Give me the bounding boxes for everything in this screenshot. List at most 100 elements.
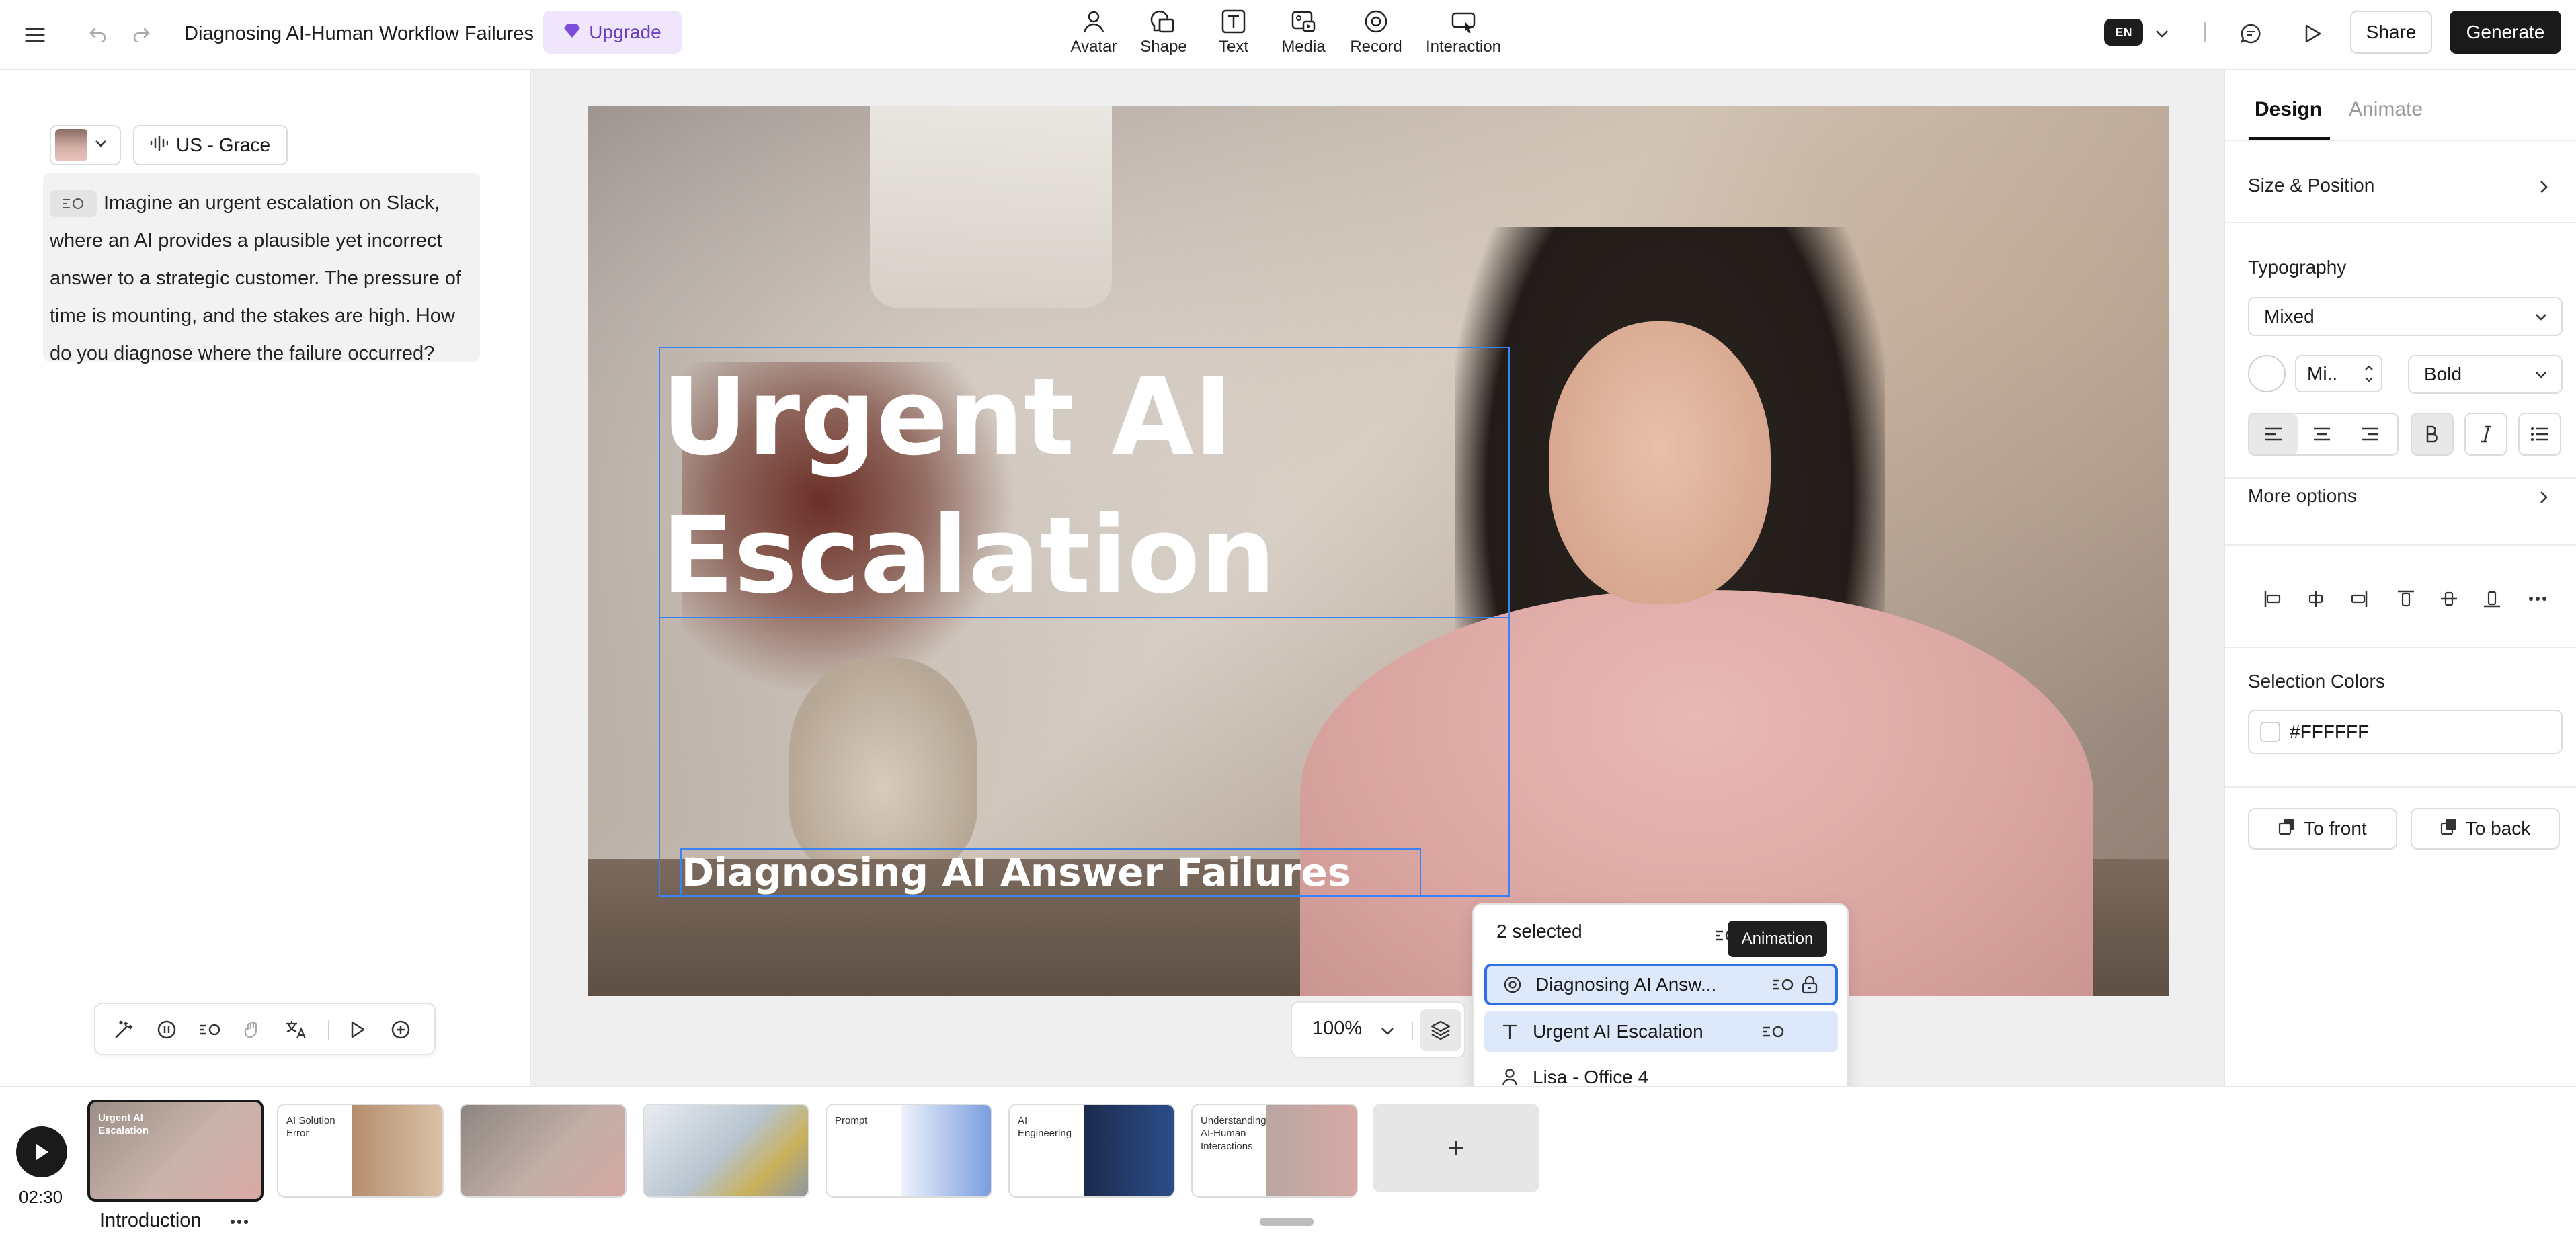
- redo-icon[interactable]: [128, 20, 155, 47]
- generate-button[interactable]: Generate: [2450, 11, 2561, 54]
- bold-icon[interactable]: [2411, 413, 2454, 456]
- undo-icon[interactable]: [85, 20, 112, 47]
- timeline-scroll-handle[interactable]: [1260, 1218, 1314, 1226]
- italic-icon[interactable]: [2464, 413, 2507, 456]
- headline-text[interactable]: Urgent AI Escalation: [659, 347, 1510, 618]
- stepper-icon[interactable]: [2364, 362, 2374, 390]
- more-horizontal-icon[interactable]: [2522, 583, 2553, 614]
- animation-icon[interactable]: [1760, 1018, 1787, 1045]
- send-back-icon: [2440, 818, 2458, 840]
- waveform-icon: [149, 134, 169, 156]
- align-h-center-icon[interactable]: [2300, 583, 2331, 614]
- text-color-picker[interactable]: [2248, 355, 2286, 392]
- chevron-down-icon[interactable]: [2148, 20, 2175, 47]
- scene-thumbnail[interactable]: Urgent AI Escalation: [87, 1100, 264, 1202]
- list-icon[interactable]: [2518, 413, 2561, 456]
- subtitle-text[interactable]: Diagnosing AI Answer Failures: [680, 848, 1421, 897]
- thumbnail-title: AI Solution Error: [286, 1115, 335, 1139]
- script-toolbar: [94, 1003, 436, 1055]
- chevron-right-icon[interactable]: [2532, 175, 2556, 199]
- align-right-edge-icon[interactable]: [2343, 583, 2374, 614]
- to-back-label: To back: [2465, 818, 2531, 839]
- tool-record[interactable]: Record: [1332, 8, 1420, 59]
- align-left-edge-icon[interactable]: [2257, 583, 2288, 614]
- scene-thumbnail[interactable]: Understanding AI-Human Interactions: [1191, 1104, 1358, 1198]
- align-top-edge-icon[interactable]: [2390, 583, 2421, 614]
- share-button[interactable]: Share: [2350, 11, 2432, 54]
- align-right-icon[interactable]: [2346, 414, 2394, 454]
- comment-icon[interactable]: [2236, 19, 2265, 48]
- avatar-selector[interactable]: [50, 125, 121, 165]
- font-family-select[interactable]: Mixed: [2248, 297, 2563, 336]
- divider: [2225, 477, 2576, 479]
- divider: [2225, 140, 2576, 141]
- to-back-button[interactable]: To back: [2411, 808, 2560, 850]
- to-front-button[interactable]: To front: [2248, 808, 2397, 850]
- tool-label: Interaction: [1425, 38, 1502, 56]
- document-title[interactable]: Diagnosing AI-Human Workflow Failures: [184, 20, 534, 47]
- add-scene-button[interactable]: [1373, 1104, 1539, 1192]
- color-swatch[interactable]: [2260, 722, 2280, 742]
- lock-icon[interactable]: [1796, 971, 1823, 998]
- text-icon: [1221, 9, 1246, 34]
- tool-label: Shape: [1140, 38, 1187, 56]
- layers-button[interactable]: [1420, 1009, 1461, 1051]
- zoom-level[interactable]: 100%: [1312, 1018, 1362, 1040]
- text-t-icon: [1496, 1018, 1523, 1045]
- tool-interaction[interactable]: Interaction: [1420, 8, 1507, 59]
- tab-animate[interactable]: Animate: [2349, 98, 2423, 121]
- align-bottom-edge-icon[interactable]: [2477, 583, 2507, 614]
- tool-label: Text: [1218, 38, 1248, 56]
- layer-item[interactable]: Diagnosing AI Answ...: [1484, 964, 1838, 1005]
- color-hex-value: #FFFFFF: [2290, 721, 2370, 742]
- translate-icon[interactable]: [282, 1016, 309, 1043]
- size-position-label[interactable]: Size & Position: [2248, 175, 2374, 196]
- menu-icon[interactable]: [20, 20, 50, 50]
- selection-color-field[interactable]: #FFFFFF: [2248, 710, 2563, 754]
- add-circle-icon[interactable]: [387, 1016, 414, 1043]
- animation-marker-icon[interactable]: [50, 190, 97, 218]
- animation-tooltip: Animation: [1728, 921, 1827, 957]
- language-badge[interactable]: EN: [2104, 19, 2143, 46]
- thumbnail-title: Urgent AI Escalation: [98, 1112, 149, 1136]
- scene-thumbnail[interactable]: [643, 1104, 809, 1198]
- voice-selector[interactable]: US - Grace: [133, 125, 288, 165]
- align-left-icon[interactable]: [2249, 414, 2298, 454]
- more-options-label[interactable]: More options: [2248, 485, 2357, 507]
- animation-icon[interactable]: [1769, 971, 1796, 998]
- chevron-down-icon: [94, 139, 108, 152]
- tab-design[interactable]: Design: [2255, 98, 2322, 121]
- background-lamp: [870, 106, 1112, 308]
- total-duration: 02:30: [19, 1187, 63, 1207]
- scene-thumbnail[interactable]: AI Solution Error: [277, 1104, 444, 1198]
- magic-wand-icon[interactable]: [110, 1016, 137, 1043]
- typography-label: Typography: [2248, 257, 2347, 278]
- align-center-icon[interactable]: [2298, 414, 2346, 454]
- scene-thumbnail[interactable]: [460, 1104, 627, 1198]
- script-panel: US - Grace Imagine an urgent escalation …: [0, 70, 531, 1086]
- font-size-input[interactable]: Mi..: [2295, 355, 2382, 392]
- scene-name[interactable]: Introduction: [99, 1210, 202, 1232]
- animation-icon[interactable]: [196, 1016, 223, 1043]
- upgrade-button[interactable]: Upgrade: [543, 11, 682, 54]
- gesture-icon[interactable]: [239, 1016, 266, 1043]
- to-front-label: To front: [2304, 818, 2367, 839]
- tool-label: Avatar: [1070, 38, 1117, 56]
- more-horizontal-icon[interactable]: [226, 1208, 253, 1235]
- pause-icon[interactable]: [153, 1016, 180, 1043]
- interaction-icon: [1451, 12, 1476, 33]
- play-icon[interactable]: [344, 1016, 371, 1043]
- chevron-down-icon[interactable]: [1374, 1018, 1401, 1044]
- layer-name: Lisa - Office 4: [1533, 1067, 1649, 1087]
- script-text-block[interactable]: Imagine an urgent escalation on Slack, w…: [43, 173, 480, 364]
- layer-item[interactable]: Urgent AI Escalation: [1484, 1011, 1838, 1052]
- font-weight-select[interactable]: Bold: [2408, 355, 2563, 394]
- play-preview-icon[interactable]: [2298, 19, 2327, 48]
- play-button[interactable]: [16, 1126, 67, 1177]
- avatar-icon: [1083, 11, 1104, 33]
- chevron-right-icon[interactable]: [2532, 485, 2556, 509]
- align-v-center-icon[interactable]: [2433, 583, 2464, 614]
- scene-thumbnail[interactable]: AI Engineering: [1008, 1104, 1175, 1198]
- tool-label: Media: [1281, 38, 1326, 56]
- scene-thumbnail[interactable]: Prompt: [826, 1104, 992, 1198]
